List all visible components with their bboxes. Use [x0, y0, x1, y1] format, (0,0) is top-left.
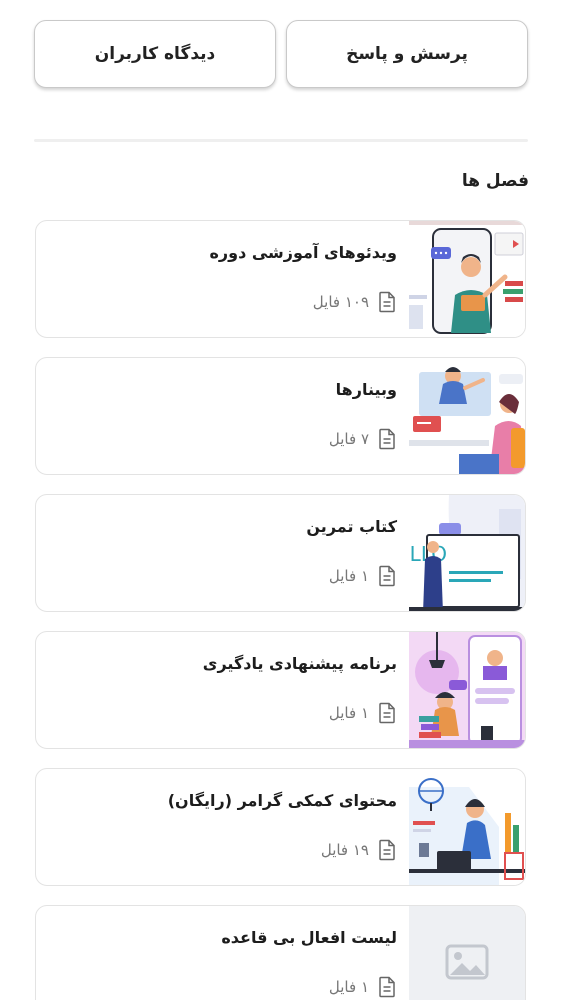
file-icon — [377, 565, 397, 587]
chapter-file-count: ۱ فایل — [329, 702, 397, 724]
file-icon — [377, 702, 397, 724]
chapter-title: کتاب تمرین — [306, 517, 397, 536]
chapter-file-count: ۱۰۹ فایل — [313, 291, 397, 313]
chapter-card-webinars[interactable]: وبینارها ۷ فایل — [35, 357, 526, 475]
user-reviews-button[interactable]: دیدگاه کاربران — [34, 20, 276, 88]
divider — [34, 139, 528, 142]
file-icon — [377, 428, 397, 450]
chapter-title: لیست افعال بی قاعده — [221, 928, 397, 947]
file-count-label: ۷ فایل — [328, 430, 369, 448]
user-reviews-button-label: دیدگاه کاربران — [94, 44, 216, 64]
chapter-title: ویدئوهای آموزشی دوره — [209, 243, 397, 262]
chapter-file-count: ۱ فایل — [329, 976, 397, 998]
course-chapters-page: پرسش و پاسخ دیدگاه کاربران فصل ها ویدئوه… — [0, 0, 562, 1000]
file-count-label: ۱۰۹ فایل — [312, 293, 369, 311]
file-count-label: ۱ فایل — [328, 567, 369, 585]
chapter-title: وبینارها — [335, 380, 397, 399]
grammar-study-illustration — [409, 769, 525, 885]
chapter-title: برنامه پیشنهادی یادگیری — [202, 654, 397, 673]
file-icon — [377, 839, 397, 861]
chapter-card-videos[interactable]: ویدئوهای آموزشی دوره ۱۰۹ فایل — [35, 220, 526, 338]
chapter-title: محتوای کمکی گرامر (رایگان) — [167, 791, 397, 810]
webinar-illustration — [409, 358, 525, 474]
chapter-card-workbook[interactable]: HELLO کتاب تمرین ۱ فایل — [35, 494, 526, 612]
file-count-label: ۱۹ فایل — [320, 841, 369, 859]
chapter-card-learning-plan[interactable]: برنامه پیشنهادی یادگیری ۱ فایل — [35, 631, 526, 749]
chapters-heading: فصل ها — [461, 171, 529, 191]
chapter-file-count: ۱۹ فایل — [321, 839, 397, 861]
image-placeholder-icon — [409, 906, 525, 1000]
learning-plan-illustration — [409, 632, 525, 748]
chapter-file-count: ۷ فایل — [329, 428, 397, 450]
file-count-label: ۱ فایل — [328, 978, 369, 996]
file-icon — [377, 976, 397, 998]
file-count-label: ۱ فایل — [328, 704, 369, 722]
hello-board-illustration: HELLO — [409, 495, 525, 611]
video-lesson-illustration — [409, 221, 525, 337]
qa-button-label: پرسش و پاسخ — [346, 44, 468, 64]
chapter-card-irregular-verbs[interactable]: لیست افعال بی قاعده ۱ فایل — [35, 905, 526, 1000]
file-icon — [377, 291, 397, 313]
qa-button[interactable]: پرسش و پاسخ — [286, 20, 528, 88]
chapter-file-count: ۱ فایل — [329, 565, 397, 587]
chapter-card-grammar[interactable]: محتوای کمکی گرامر (رایگان) ۱۹ فایل — [35, 768, 526, 886]
